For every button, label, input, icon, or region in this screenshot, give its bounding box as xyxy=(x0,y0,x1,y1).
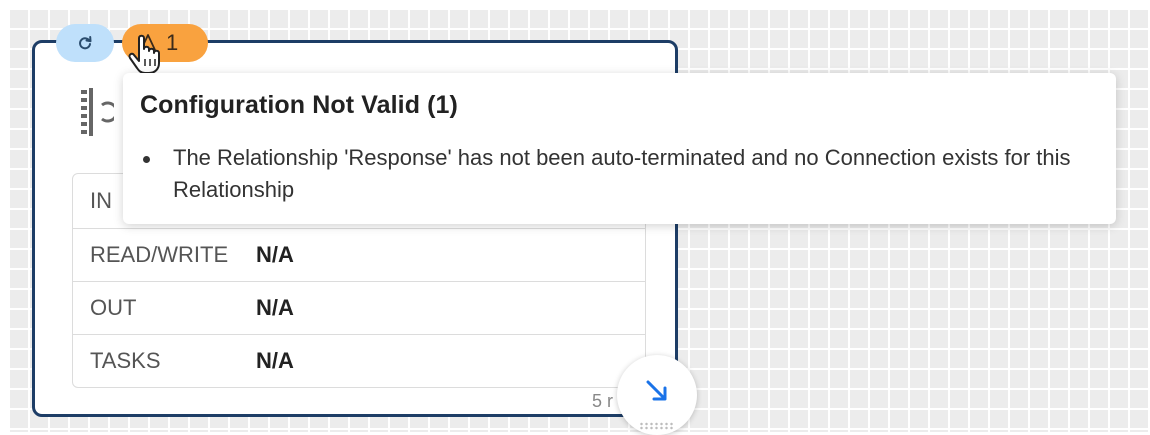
validation-tooltip: Configuration Not Valid (1) The Relation… xyxy=(123,73,1116,224)
stats-value: N/A xyxy=(256,295,294,320)
stats-row-tasks: TASKS N/A xyxy=(73,334,645,387)
connection-drag-handle[interactable] xyxy=(617,355,697,435)
hand-cursor-icon xyxy=(128,34,160,74)
warning-count: 1 xyxy=(166,30,179,55)
stats-label: TASKS xyxy=(90,348,161,373)
refresh-badge[interactable] xyxy=(56,24,114,62)
validation-error-item: The Relationship 'Response' has not been… xyxy=(140,142,1090,206)
stats-label: READ/WRITE xyxy=(90,242,229,267)
validation-error-list: The Relationship 'Response' has not been… xyxy=(140,142,1090,206)
stats-interval-text: 5 r xyxy=(592,391,614,411)
processor-type-icon xyxy=(81,88,114,136)
tooltip-title: Configuration Not Valid (1) xyxy=(140,91,458,119)
stats-row-out: OUT N/A xyxy=(73,281,645,334)
stats-value: N/A xyxy=(256,348,294,373)
arrow-down-right-icon xyxy=(646,380,667,401)
stats-row-read-write: READ/WRITE N/A xyxy=(73,228,645,281)
grip-dots-icon xyxy=(639,422,675,430)
stats-label: OUT xyxy=(90,295,137,320)
refresh-icon xyxy=(79,36,92,50)
stats-value: N/A xyxy=(256,242,294,267)
